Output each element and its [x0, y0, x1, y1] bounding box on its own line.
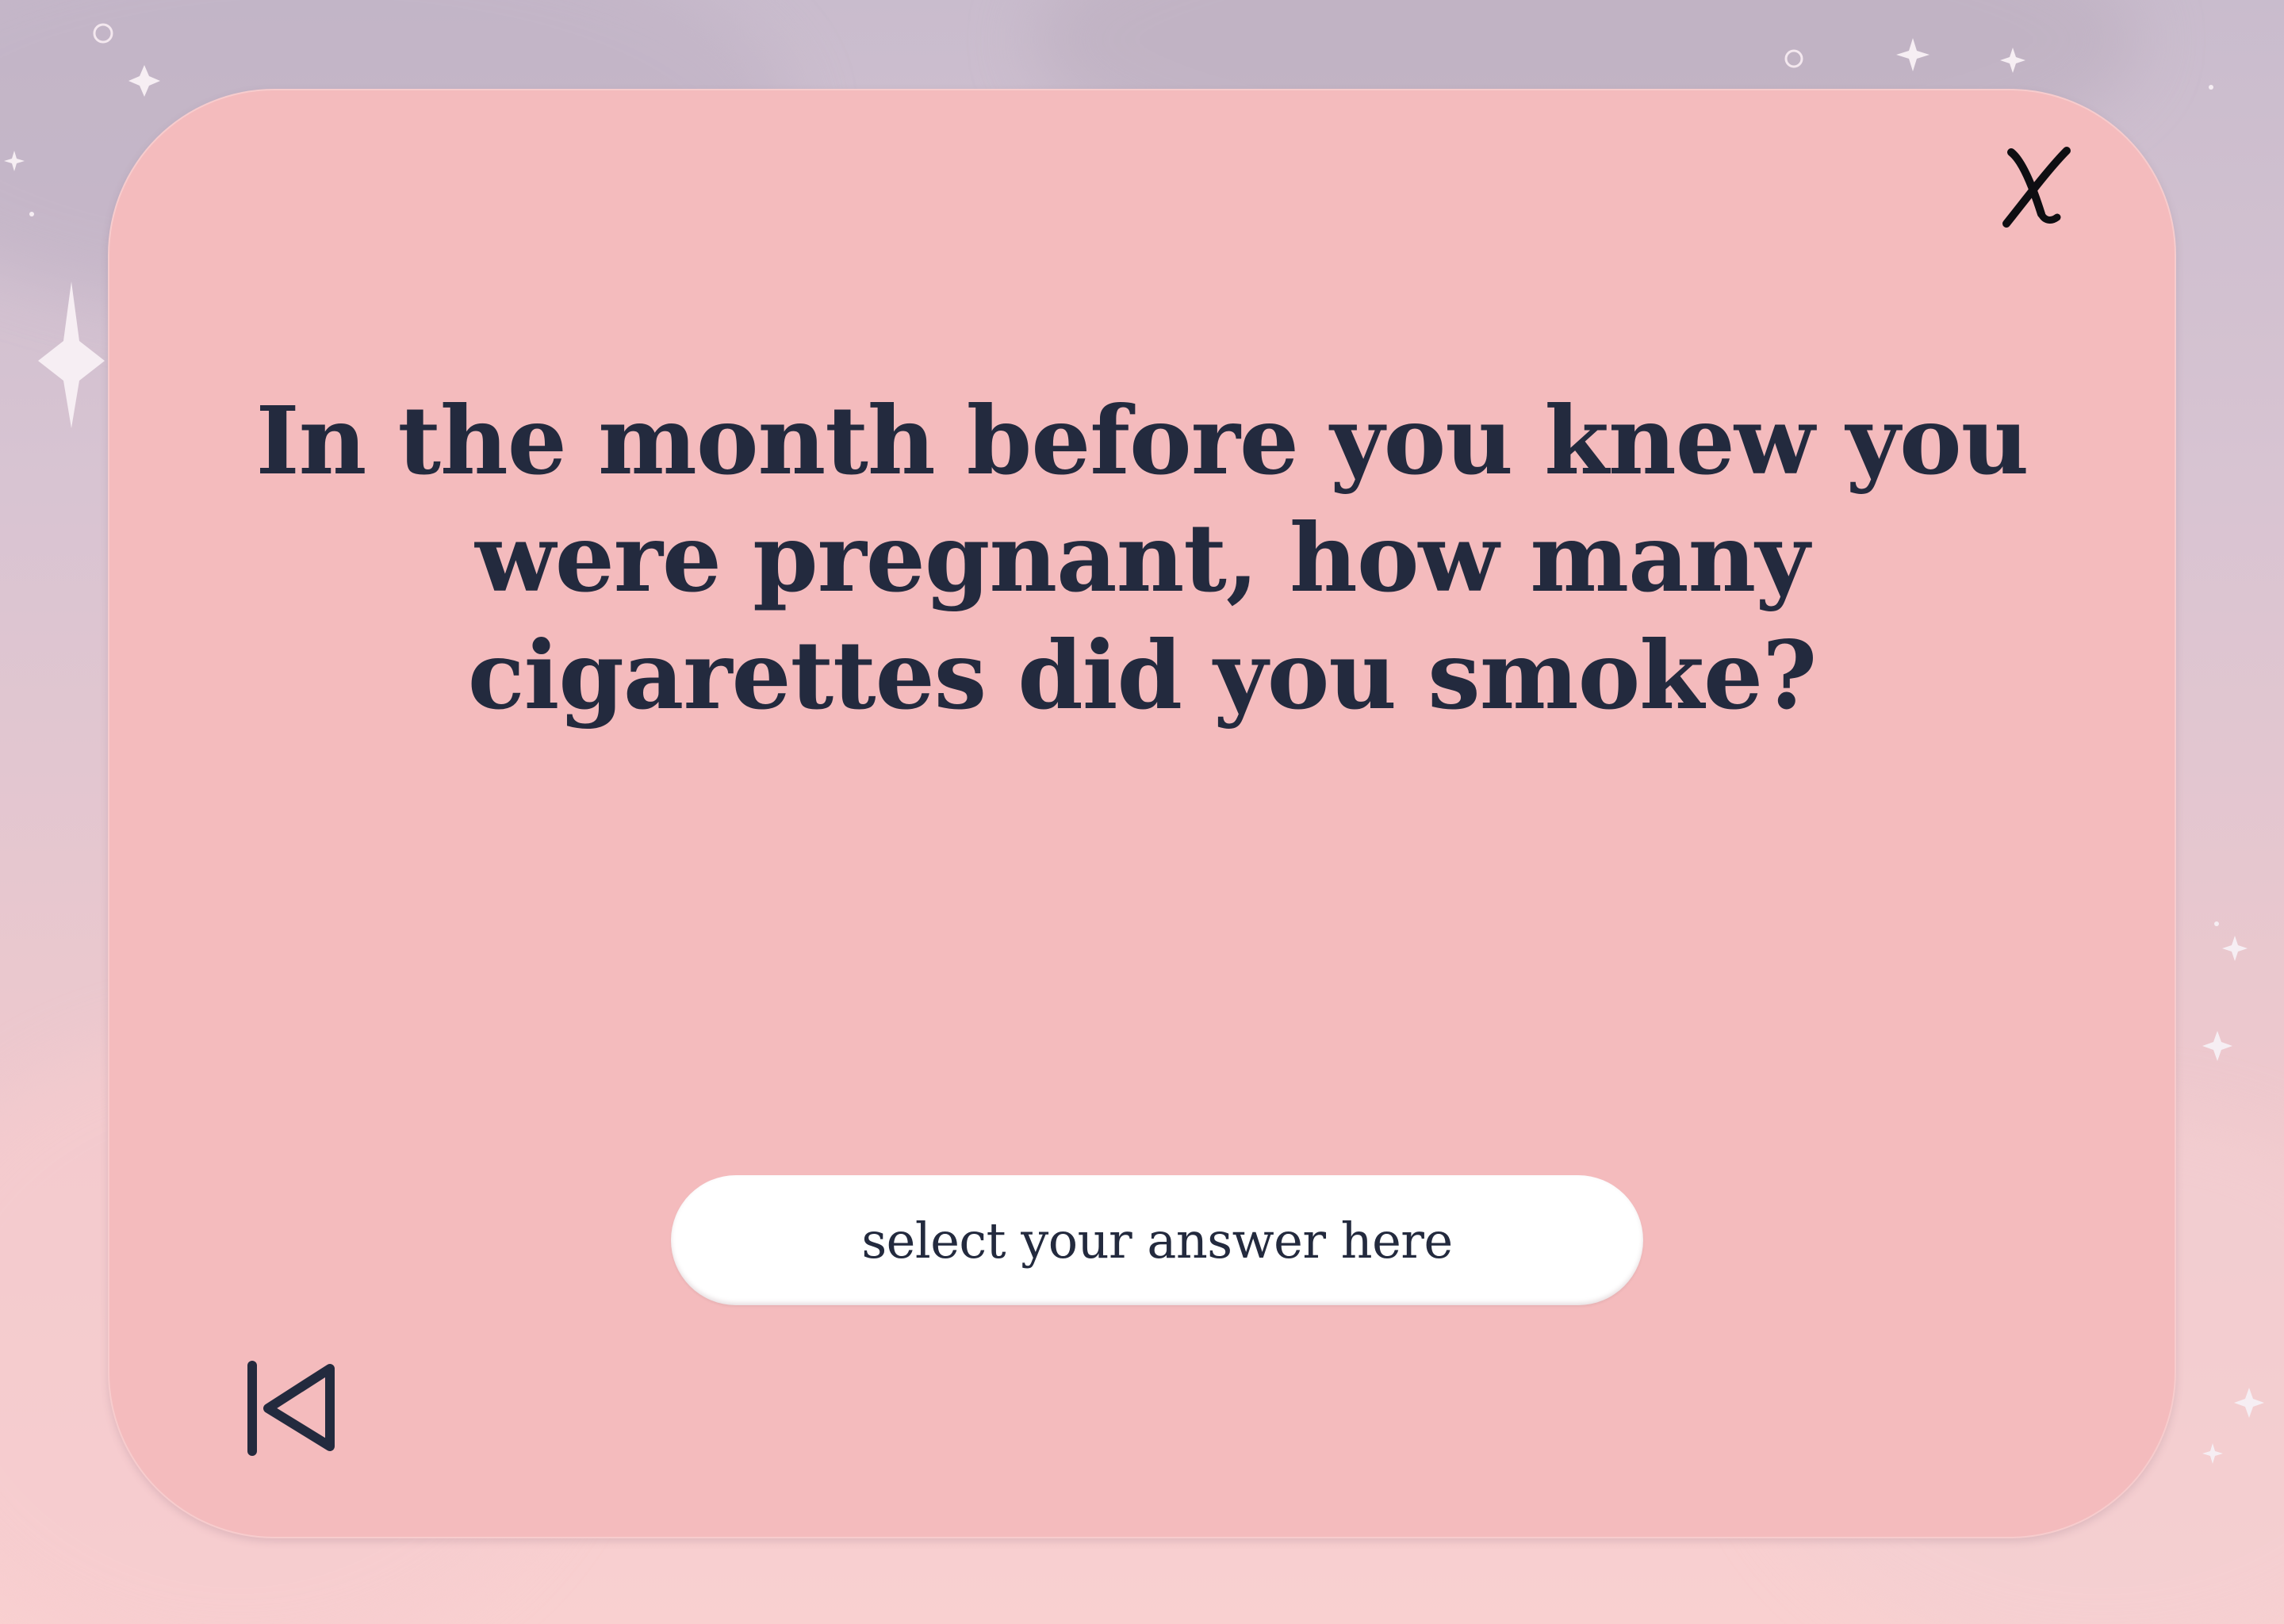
- question-card: In the month before you knew you were pr…: [108, 89, 2176, 1538]
- skip-back-icon: [247, 1361, 335, 1456]
- close-icon: [2002, 147, 2071, 228]
- back-button[interactable]: [243, 1358, 346, 1461]
- close-button[interactable]: [1978, 128, 2089, 239]
- answer-select[interactable]: select your answer here: [671, 1175, 1643, 1305]
- answer-select-placeholder: select your answer here: [861, 1211, 1453, 1270]
- question-text: In the month before you knew you were pr…: [255, 385, 2029, 730]
